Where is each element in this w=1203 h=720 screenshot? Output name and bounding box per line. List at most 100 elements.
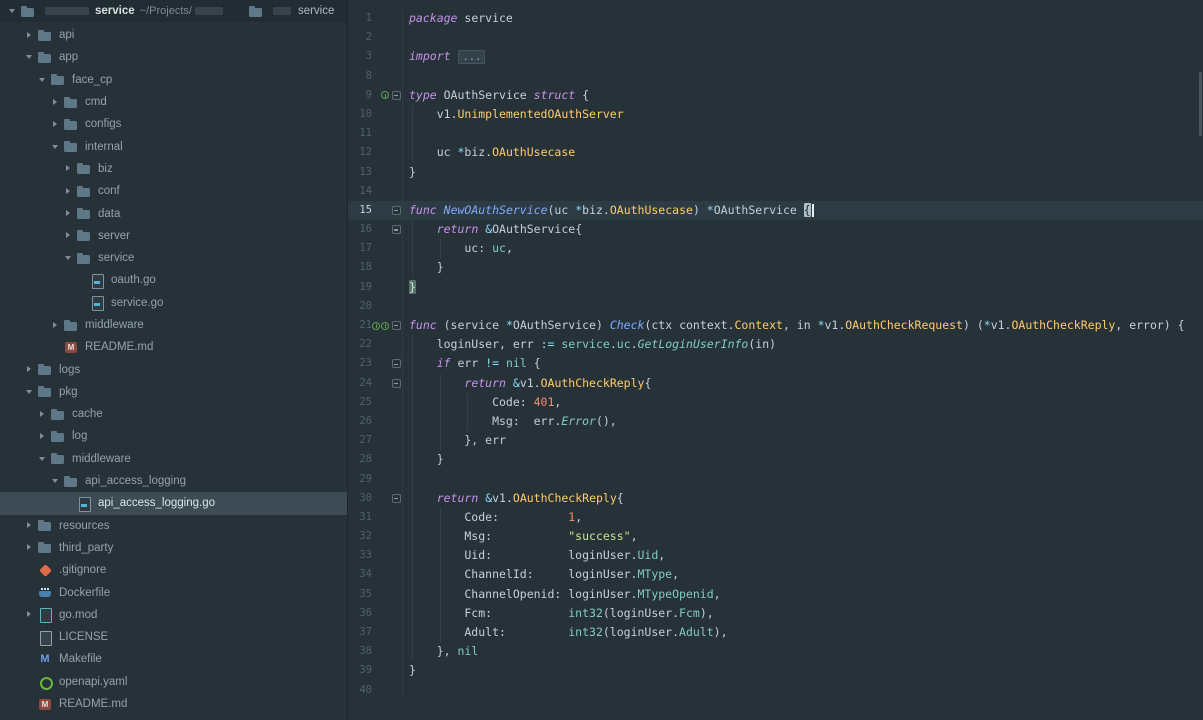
fold-collapse-icon[interactable] [392, 359, 401, 368]
code-line-10[interactable]: 10 v1.UnimplementedOAuthServer [348, 105, 1203, 124]
code-line-40[interactable]: 40 [348, 681, 1203, 700]
code-line-23[interactable]: 23 if err != nil { [348, 354, 1203, 373]
tree-item-api[interactable]: api [0, 24, 347, 46]
code-line-11[interactable]: 11 [348, 124, 1203, 143]
tree-item-configs[interactable]: configs [0, 113, 347, 135]
tree-item-.gitignore[interactable]: .gitignore [0, 559, 347, 581]
tree-item-biz[interactable]: biz [0, 158, 347, 180]
code-line-16[interactable]: 16 return &OAuthService{ [348, 220, 1203, 239]
chevron-down-icon[interactable] [23, 386, 36, 398]
code-line-39[interactable]: 39} [348, 661, 1203, 680]
code-line-3[interactable]: 3import ... [348, 47, 1203, 66]
tree-item-middleware[interactable]: middleware [0, 314, 347, 336]
code-line-9[interactable]: 9type OAuthService struct { [348, 86, 1203, 105]
chevron-down-icon[interactable] [6, 5, 19, 17]
chevron-down-icon[interactable] [23, 51, 36, 63]
code-line-24[interactable]: 24 return &v1.OAuthCheckReply{ [348, 374, 1203, 393]
code-line-14[interactable]: 14 [348, 182, 1203, 201]
tree-item-data[interactable]: data [0, 202, 347, 224]
tree-item-README.md[interactable]: README.md [0, 336, 347, 358]
chevron-right-icon[interactable] [62, 208, 75, 220]
chevron-right-icon[interactable] [36, 408, 49, 420]
code-line-13[interactable]: 13} [348, 163, 1203, 182]
tree-item-server[interactable]: server [0, 225, 347, 247]
code-line-12[interactable]: 12 uc *biz.OAuthUsecase [348, 143, 1203, 162]
code-line-22[interactable]: 22 loginUser, err := service.uc.GetLogin… [348, 335, 1203, 354]
fold-collapse-icon[interactable] [392, 379, 401, 388]
code-line-34[interactable]: 34 ChannelId: loginUser.MType, [348, 565, 1203, 584]
code-line-26[interactable]: 26 Msg: err.Error(), [348, 412, 1203, 431]
tree-item-cache[interactable]: cache [0, 403, 347, 425]
chevron-down-icon[interactable] [49, 475, 62, 487]
chevron-right-icon[interactable] [23, 609, 36, 621]
tree-item-api_access_logging[interactable]: api_access_logging [0, 470, 347, 492]
editor-scrollbar[interactable] [1199, 72, 1202, 136]
code-line-38[interactable]: 38 }, nil [348, 642, 1203, 661]
tree-item-oauth.go[interactable]: oauth.go [0, 269, 347, 291]
tree-item-logs[interactable]: logs [0, 358, 347, 380]
code-line-1[interactable]: 1package service [348, 9, 1203, 28]
tree-item-face_cp[interactable]: face_cp [0, 69, 347, 91]
tree-item-app[interactable]: app [0, 46, 347, 68]
tree-item-internal[interactable]: internal [0, 135, 347, 157]
code-line-37[interactable]: 37 Adult: int32(loginUser.Adult), [348, 623, 1203, 642]
code-line-33[interactable]: 33 Uid: loginUser.Uid, [348, 546, 1203, 565]
chevron-right-icon[interactable] [49, 96, 62, 108]
code-line-15[interactable]: 15func NewOAuthService(uc *biz.OAuthUsec… [348, 201, 1203, 220]
fold-collapse-icon[interactable] [392, 225, 401, 234]
code-line-17[interactable]: 17 uc: uc, [348, 239, 1203, 258]
chevron-right-icon[interactable] [62, 185, 75, 197]
implements-icon[interactable] [372, 322, 380, 330]
code-line-18[interactable]: 18 } [348, 258, 1203, 277]
code-line-27[interactable]: 27 }, err [348, 431, 1203, 450]
chevron-down-icon[interactable] [36, 74, 49, 86]
code-editor[interactable]: 1package service23import ...89type OAuth… [348, 0, 1203, 720]
code-line-8[interactable]: 8 [348, 67, 1203, 86]
implements-icon[interactable] [381, 91, 389, 99]
tree-item-resources[interactable]: resources [0, 515, 347, 537]
tree-item-api_access_logging.go[interactable]: api_access_logging.go [0, 492, 347, 514]
implements-icon[interactable] [381, 322, 389, 330]
chevron-right-icon[interactable] [23, 364, 36, 376]
chevron-right-icon[interactable] [23, 542, 36, 554]
chevron-right-icon[interactable] [23, 29, 36, 41]
code-line-31[interactable]: 31 Code: 1, [348, 508, 1203, 527]
chevron-right-icon[interactable] [36, 430, 49, 442]
code-line-2[interactable]: 2 [348, 28, 1203, 47]
fold-collapse-icon[interactable] [392, 206, 401, 215]
chevron-right-icon[interactable] [23, 520, 36, 532]
tree-item-middleware[interactable]: middleware [0, 448, 347, 470]
tree-item-service[interactable]: service [0, 247, 347, 269]
tree-item-openapi.yaml[interactable]: openapi.yaml [0, 671, 347, 693]
tree-item-pkg[interactable]: pkg [0, 381, 347, 403]
tree-item-Makefile[interactable]: MMakefile [0, 648, 347, 670]
chevron-right-icon[interactable] [49, 118, 62, 130]
code-line-30[interactable]: 30 return &v1.OAuthCheckReply{ [348, 489, 1203, 508]
code-line-32[interactable]: 32 Msg: "success", [348, 527, 1203, 546]
tree-item-third_party[interactable]: third_party [0, 537, 347, 559]
code-line-19[interactable]: 19} [348, 278, 1203, 297]
code-line-29[interactable]: 29 [348, 470, 1203, 489]
code-line-35[interactable]: 35 ChannelOpenid: loginUser.MTypeOpenid, [348, 585, 1203, 604]
fold-collapse-icon[interactable] [392, 321, 401, 330]
tree-item-cmd[interactable]: cmd [0, 91, 347, 113]
tree-item-go.mod[interactable]: go.mod [0, 604, 347, 626]
tree-item-service.go[interactable]: service.go [0, 292, 347, 314]
tree-item-conf[interactable]: conf [0, 180, 347, 202]
code-line-36[interactable]: 36 Fcm: int32(loginUser.Fcm), [348, 604, 1203, 623]
tree-item-README.md[interactable]: README.md [0, 693, 347, 715]
tree-item-log[interactable]: log [0, 425, 347, 447]
fold-collapse-icon[interactable] [392, 494, 401, 503]
chevron-down-icon[interactable] [62, 252, 75, 264]
tree-item-Dockerfile[interactable]: Dockerfile [0, 581, 347, 603]
project-root-row[interactable]: service ~/Projects/ service [0, 0, 347, 22]
chevron-right-icon[interactable] [62, 163, 75, 175]
code-line-28[interactable]: 28 } [348, 450, 1203, 469]
chevron-right-icon[interactable] [62, 230, 75, 242]
fold-collapse-icon[interactable] [392, 91, 401, 100]
code-line-25[interactable]: 25 Code: 401, [348, 393, 1203, 412]
chevron-down-icon[interactable] [49, 141, 62, 153]
tree-item-LICENSE[interactable]: LICENSE [0, 626, 347, 648]
chevron-down-icon[interactable] [36, 453, 49, 465]
code-line-20[interactable]: 20 [348, 297, 1203, 316]
